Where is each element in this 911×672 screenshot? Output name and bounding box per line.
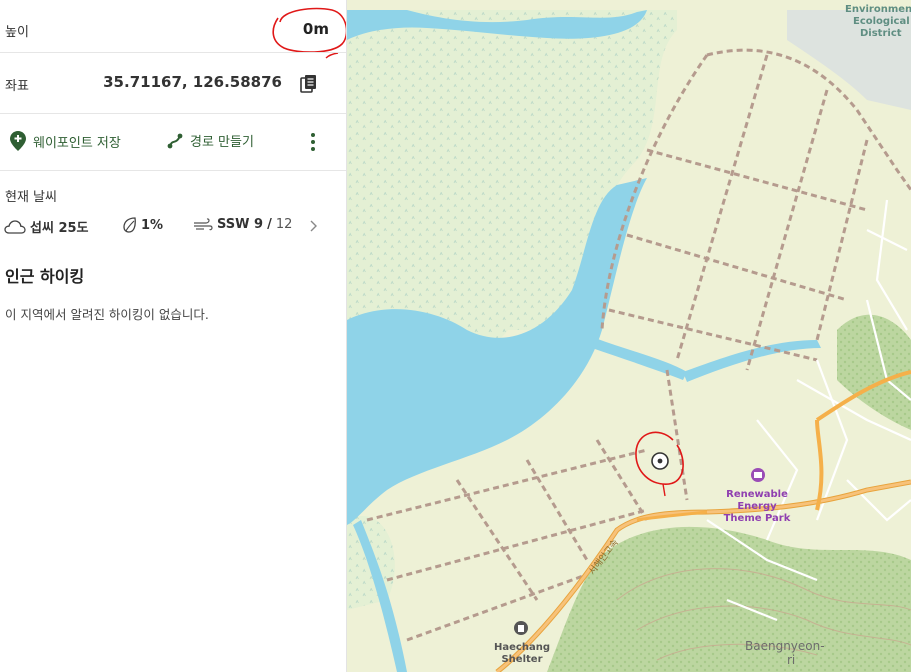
- wind-gust-value: 12: [275, 217, 293, 232]
- waypoint-pin-icon: [10, 131, 26, 151]
- divider: [0, 113, 346, 114]
- coordinates-value: 35.71167, 126.58876: [103, 73, 282, 91]
- map-label-district-2: Ecological: [853, 16, 910, 27]
- weather-title: 현재 날씨: [5, 190, 57, 205]
- map-label-village-2: ri: [787, 653, 795, 667]
- wind-separator: /: [267, 217, 272, 232]
- route-icon: [167, 133, 183, 148]
- map-view[interactable]: Environment Ecological District Renewabl…: [347, 0, 911, 672]
- wind-value: SSW 9: [217, 217, 264, 232]
- map-label-park-2[interactable]: Energy: [737, 501, 777, 512]
- coordinates-row: 좌표 35.71167, 126.58876: [0, 70, 346, 98]
- map-label-district-1: Environment: [845, 4, 911, 15]
- temperature-value: 섭씨 25도: [30, 221, 89, 236]
- map-label-park-3[interactable]: Theme Park: [724, 513, 791, 524]
- make-route-button[interactable]: 경로 만들기: [167, 131, 254, 150]
- chevron-right-icon[interactable]: [307, 219, 319, 233]
- weather-summary-row[interactable]: 섭씨 25도 1% SSW 9 / 12: [0, 214, 346, 238]
- make-route-label: 경로 만들기: [190, 135, 254, 150]
- weather-precipitation: 1%: [123, 217, 163, 233]
- cloud-icon: [4, 219, 26, 234]
- location-details-panel: 높이 0m 좌표 35.71167, 126.58876 웨이포인트 저장 경로…: [0, 0, 347, 672]
- save-waypoint-label: 웨이포인트 저장: [33, 135, 121, 151]
- divider: [0, 170, 346, 171]
- weather-temperature: 섭씨 25도: [4, 217, 89, 236]
- coordinates-label: 좌표: [5, 79, 29, 94]
- divider: [0, 52, 346, 53]
- precipitation-value: 1%: [141, 217, 164, 233]
- map-label-park-1[interactable]: Renewable: [726, 489, 788, 500]
- more-vertical-icon[interactable]: [310, 132, 316, 152]
- save-waypoint-button[interactable]: 웨이포인트 저장: [10, 131, 121, 151]
- copy-icon[interactable]: [300, 74, 318, 94]
- museum-icon-glyph: [754, 472, 762, 478]
- leaf-drop-icon: [123, 217, 136, 233]
- map-label-village-1: Baengnyeon-: [745, 639, 825, 653]
- nearby-hikes-title: 인근 하이킹: [5, 267, 85, 286]
- shelter-icon-glyph: [518, 625, 524, 632]
- app-root: 높이 0m 좌표 35.71167, 126.58876 웨이포인트 저장 경로…: [0, 0, 911, 672]
- weather-wind: SSW 9 / 12: [193, 217, 292, 232]
- wind-icon: [194, 217, 213, 230]
- map-canvas[interactable]: Environment Ecological District Renewabl…: [347, 0, 911, 672]
- selected-location-dot: [657, 458, 663, 464]
- map-label-shelter-2[interactable]: Shelter: [501, 654, 542, 665]
- elevation-label: 높이: [5, 25, 29, 40]
- nearby-hikes-empty-text: 이 지역에서 알려진 하이킹이 없습니다.: [5, 307, 209, 322]
- map-label-district-3: District: [860, 28, 902, 39]
- actions-row: 웨이포인트 저장 경로 만들기: [0, 128, 346, 156]
- map-label-shelter-1[interactable]: Haechang: [494, 642, 550, 653]
